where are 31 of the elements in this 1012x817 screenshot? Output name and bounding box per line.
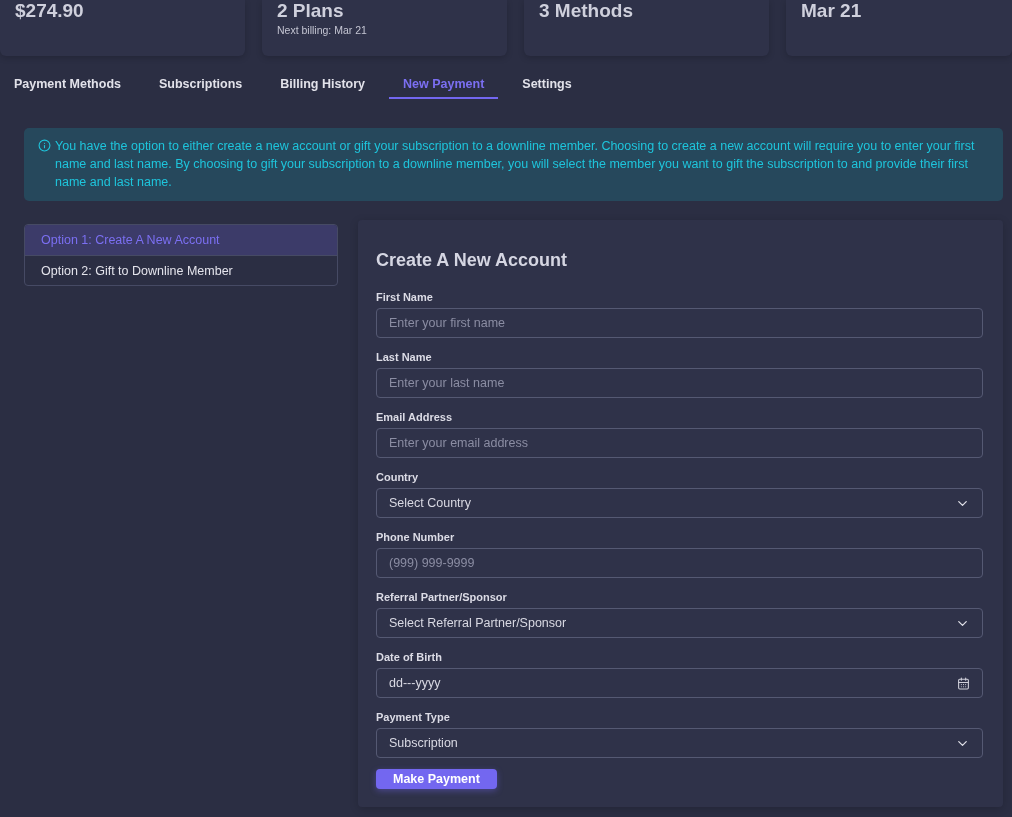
field-label: Date of Birth — [376, 651, 442, 664]
date-field[interactable]: dd---yyyy — [376, 668, 983, 698]
tab[interactable]: Payment Methods — [0, 70, 135, 99]
input-field[interactable]: Enter your first name — [376, 308, 983, 338]
field-label: First Name — [376, 291, 433, 304]
stat-value: 2 Plans — [277, 0, 344, 22]
field-label: Country — [376, 471, 419, 484]
option-item[interactable]: Option 2: Gift to Downline Member — [25, 255, 337, 285]
field-label: Phone Number — [376, 531, 455, 544]
alert-text: You have the option to either create a new account or gift your subscription to a downline member. Choosing to create a new account will require you to enter your first name and last name. By choosing to gift your subscription to a downline member, you will select the member you want to gift the subscription to and provide their first name and last name. — [55, 138, 976, 191]
select-field[interactable]: Select Referral Partner/Sponsor — [376, 608, 983, 638]
input-field[interactable]: Enter your last name — [376, 368, 983, 398]
stat-value: $274.90 — [15, 0, 84, 22]
tab[interactable]: Settings — [508, 70, 586, 99]
make-payment-button[interactable]: Make Payment — [376, 769, 497, 789]
calendar-icon — [957, 676, 970, 690]
field-label: Referral Partner/Sponsor — [376, 591, 507, 604]
input-field[interactable]: Enter your email address — [376, 428, 983, 458]
field-label: Email Address — [376, 411, 452, 424]
form-title: Create A New Account — [376, 249, 568, 271]
select-field[interactable]: Select Country — [376, 488, 983, 518]
field-label: Payment Type — [376, 711, 450, 724]
input-field[interactable]: (999) 999-9999 — [376, 548, 983, 578]
info-icon — [38, 139, 51, 152]
stat-value: Mar 21 — [801, 0, 862, 22]
stat-note: Next billing: Mar 21 — [277, 24, 367, 37]
stat-value: 3 Methods — [539, 0, 633, 22]
tab[interactable]: Subscriptions — [144, 70, 257, 99]
select-field[interactable]: Subscription — [376, 728, 983, 758]
field-label: Last Name — [376, 351, 432, 364]
tab[interactable]: Billing History — [266, 70, 380, 99]
